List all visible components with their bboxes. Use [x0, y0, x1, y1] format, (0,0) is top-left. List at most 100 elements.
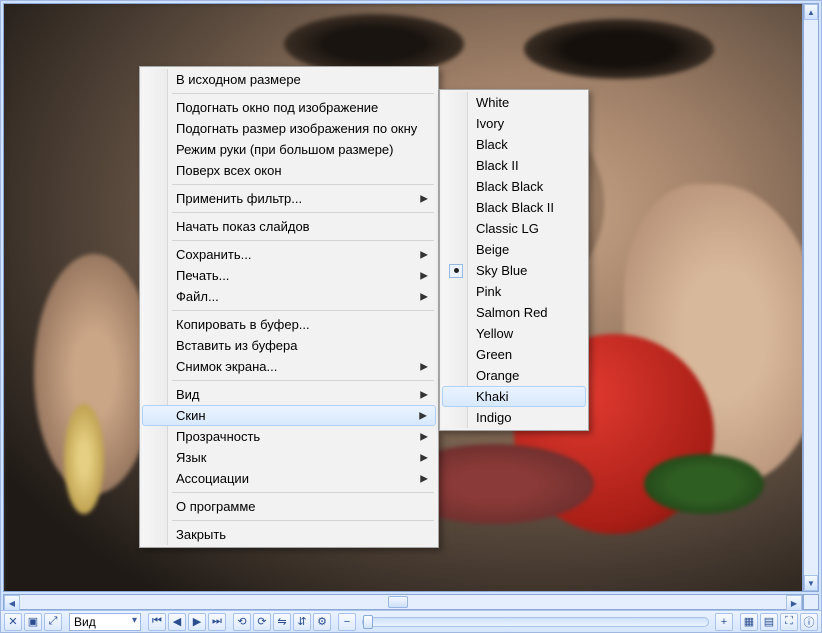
menu-item[interactable]: Прозрачность▶: [142, 426, 436, 447]
submenu-item-label: Yellow: [476, 326, 513, 341]
submenu-item-label: Black II: [476, 158, 519, 173]
tool-button[interactable]: ▣: [24, 613, 42, 631]
fullscreen-button[interactable]: ⛶: [780, 613, 798, 631]
fit-button[interactable]: ▦: [740, 613, 758, 631]
menu-item-label: Печать...: [176, 268, 229, 283]
thumbnail-button[interactable]: ▤: [760, 613, 778, 631]
context-menu[interactable]: В исходном размере Подогнать окно под изо…: [139, 66, 439, 548]
menu-item[interactable]: Скин▶: [142, 405, 436, 426]
submenu-item-label: Pink: [476, 284, 501, 299]
tool-button[interactable]: ✕: [4, 613, 22, 631]
submenu-item[interactable]: Pink: [442, 281, 586, 302]
menu-item[interactable]: Применить фильтр...▶: [142, 188, 436, 209]
submenu-item[interactable]: Yellow: [442, 323, 586, 344]
view-mode-label: Вид: [74, 615, 96, 629]
submenu-item-label: Beige: [476, 242, 509, 257]
menu-separator: [172, 240, 434, 241]
menu-item[interactable]: Подогнать размер изображения по окну: [142, 118, 436, 139]
submenu-item-label: Black: [476, 137, 508, 152]
submenu-item[interactable]: Sky Blue: [442, 260, 586, 281]
view-mode-select[interactable]: Вид: [69, 613, 141, 631]
menu-item[interactable]: Вставить из буфера: [142, 335, 436, 356]
scroll-thumb[interactable]: [388, 596, 408, 608]
menu-item[interactable]: Язык▶: [142, 447, 436, 468]
info-button[interactable]: ⓘ: [800, 613, 818, 631]
hscroll-row: ◀ ▶: [1, 594, 821, 610]
submenu-item-label: Green: [476, 347, 512, 362]
menu-item-label: Поверх всех окон: [176, 163, 282, 178]
menu-separator: [172, 212, 434, 213]
zoom-in-button[interactable]: +: [715, 613, 733, 631]
submenu-item[interactable]: Black: [442, 134, 586, 155]
submenu-arrow-icon: ▶: [420, 473, 428, 484]
zoom-out-button[interactable]: −: [338, 613, 356, 631]
next-button[interactable]: ▶: [188, 613, 206, 631]
submenu-arrow-icon: ▶: [420, 431, 428, 442]
scroll-corner: [803, 594, 819, 610]
menu-item[interactable]: В исходном размере: [142, 69, 436, 90]
submenu-arrow-icon: ▶: [420, 389, 428, 400]
image-viewport[interactable]: В исходном размере Подогнать окно под изо…: [3, 3, 803, 592]
menu-item-label: Подогнать окно под изображение: [176, 100, 378, 115]
scroll-left-button[interactable]: ◀: [4, 595, 20, 611]
zoom-slider[interactable]: [362, 617, 709, 627]
zoom-slider-thumb[interactable]: [363, 615, 373, 629]
vertical-scrollbar[interactable]: ▲ ▼: [803, 3, 819, 592]
horizontal-scrollbar[interactable]: ◀ ▶: [3, 594, 803, 610]
submenu-item[interactable]: Green: [442, 344, 586, 365]
skin-submenu[interactable]: White Ivory Black Black II Black Black Black …: [439, 89, 589, 431]
prev-button[interactable]: ◀: [168, 613, 186, 631]
menu-item[interactable]: Снимок экрана...▶: [142, 356, 436, 377]
menu-item[interactable]: Начать показ слайдов: [142, 216, 436, 237]
last-button[interactable]: ⏭: [208, 613, 226, 631]
menu-separator: [172, 520, 434, 521]
submenu-item[interactable]: White: [442, 92, 586, 113]
submenu-item-label: Khaki: [476, 389, 509, 404]
scroll-track[interactable]: [804, 20, 818, 575]
submenu-item[interactable]: Beige: [442, 239, 586, 260]
submenu-item[interactable]: Orange: [442, 365, 586, 386]
flip-h-button[interactable]: ⇋: [273, 613, 291, 631]
rotate-cw-button[interactable]: ⟳: [253, 613, 271, 631]
menu-item[interactable]: Закрыть: [142, 524, 436, 545]
first-button[interactable]: ⏮: [148, 613, 166, 631]
submenu-item-label: Black Black II: [476, 200, 554, 215]
scroll-right-button[interactable]: ▶: [786, 595, 802, 611]
menu-item[interactable]: Печать...▶: [142, 265, 436, 286]
submenu-item[interactable]: Black Black II: [442, 197, 586, 218]
submenu-arrow-icon: ▶: [419, 410, 427, 421]
submenu-item-label: Ivory: [476, 116, 504, 131]
submenu-item[interactable]: Salmon Red: [442, 302, 586, 323]
submenu-item[interactable]: Black Black: [442, 176, 586, 197]
menu-item-label: Начать показ слайдов: [176, 219, 310, 234]
scroll-up-button[interactable]: ▲: [804, 4, 818, 20]
menu-item[interactable]: Вид ▶: [142, 384, 436, 405]
settings-button[interactable]: ⚙: [313, 613, 331, 631]
submenu-item[interactable]: Indigo: [442, 407, 586, 428]
menu-item[interactable]: Подогнать окно под изображение: [142, 97, 436, 118]
menu-item-label: Вставить из буфера: [176, 338, 297, 353]
menu-item[interactable]: Поверх всех окон: [142, 160, 436, 181]
submenu-arrow-icon: ▶: [420, 249, 428, 260]
scroll-track[interactable]: [20, 595, 786, 609]
menu-item-label: Язык: [176, 450, 206, 465]
submenu-item[interactable]: Classic LG: [442, 218, 586, 239]
menu-item-label: В исходном размере: [176, 72, 301, 87]
submenu-item[interactable]: Khaki: [442, 386, 586, 407]
submenu-arrow-icon: ▶: [420, 291, 428, 302]
flip-v-button[interactable]: ⇵: [293, 613, 311, 631]
menu-item[interactable]: Копировать в буфер...: [142, 314, 436, 335]
menu-item[interactable]: О программе: [142, 496, 436, 517]
submenu-item[interactable]: Black II: [442, 155, 586, 176]
scroll-down-button[interactable]: ▼: [804, 575, 818, 591]
tool-button[interactable]: ⤢: [44, 613, 62, 631]
rotate-ccw-button[interactable]: ⟲: [233, 613, 251, 631]
menu-item-label: Вид: [176, 387, 200, 402]
menu-item[interactable]: Файл...▶: [142, 286, 436, 307]
menu-item-label: Закрыть: [176, 527, 226, 542]
selected-indicator-icon: [449, 264, 463, 278]
menu-item[interactable]: Сохранить...▶: [142, 244, 436, 265]
submenu-item[interactable]: Ivory: [442, 113, 586, 134]
menu-item[interactable]: Режим руки (при большом размере): [142, 139, 436, 160]
menu-item[interactable]: Ассоциации▶: [142, 468, 436, 489]
